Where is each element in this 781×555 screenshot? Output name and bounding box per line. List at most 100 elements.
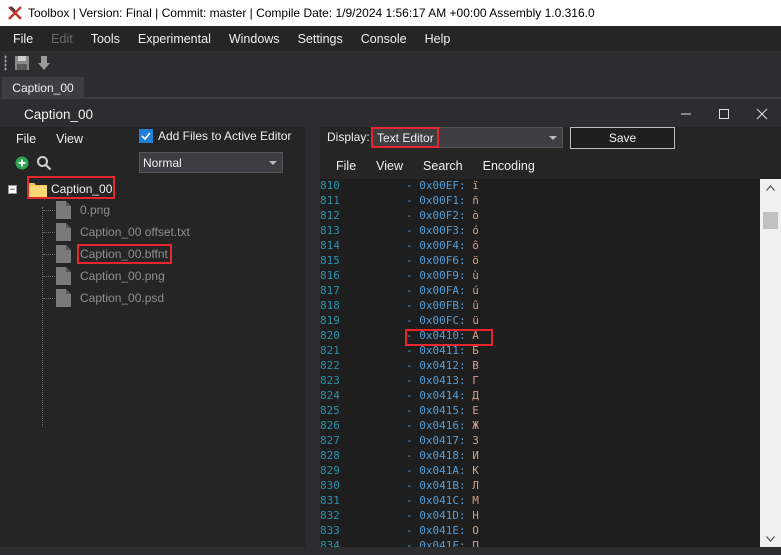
file-icon [56, 223, 71, 241]
save-icon [15, 56, 29, 70]
hex-code: 0x041C: [419, 494, 466, 507]
tab-caption-00[interactable]: Caption_00 [2, 77, 84, 99]
line-dash: - [406, 224, 420, 237]
chevron-down-icon [269, 161, 277, 165]
save-button[interactable]: Save [570, 127, 675, 149]
line-code: - 0x041E: О [406, 524, 479, 537]
window-title: Toolbox | Version: Final | Commit: maste… [28, 6, 595, 20]
editor-menu-view[interactable]: View [366, 159, 413, 173]
save-toolbar-button[interactable] [13, 54, 31, 72]
glyph-char: ò [472, 209, 479, 222]
close-button[interactable] [743, 101, 781, 127]
line-code: - 0x00FA: ú [406, 284, 479, 297]
hex-code: 0x00F3: [419, 224, 466, 237]
main-menubar: File Edit Tools Experimental Windows Set… [0, 26, 781, 51]
line-dash: - [406, 479, 420, 492]
line-number: 830 [320, 479, 340, 492]
menu-help[interactable]: Help [416, 32, 460, 46]
line-dash: - [406, 434, 420, 447]
collapse-toggle[interactable]: − [8, 184, 17, 194]
minimize-button[interactable] [667, 101, 705, 127]
root-highlight-box [27, 176, 115, 199]
line-number: 814 [320, 239, 340, 252]
tree-item-file[interactable]: Caption_00.bffnt [56, 243, 172, 265]
line-code: - 0x00F1: ñ [406, 194, 479, 207]
menu-experimental[interactable]: Experimental [129, 32, 220, 46]
explorer-menu-file[interactable]: File [6, 131, 46, 147]
line-number: 829 [320, 464, 340, 477]
scroll-down-button[interactable] [760, 530, 781, 547]
menu-tools[interactable]: Tools [82, 32, 129, 46]
glyph-char: О [472, 524, 479, 537]
display-label: Display: [327, 130, 370, 144]
line-number: 833 [320, 524, 340, 537]
pane-splitter[interactable] [305, 127, 320, 547]
add-files-checkbox-row[interactable]: Add Files to Active Editor [139, 129, 291, 143]
hex-code: 0x0418: [419, 449, 466, 462]
line-dash: - [406, 359, 420, 372]
line-number: 818 [320, 299, 340, 312]
search-button[interactable] [36, 155, 52, 171]
glyph-char: П [472, 539, 479, 547]
maximize-button[interactable] [705, 101, 743, 127]
scroll-up-button[interactable] [760, 179, 781, 196]
hex-code: 0x041F: [419, 539, 466, 547]
line-code: - 0x00F6: ö [406, 254, 479, 267]
view-mode-value: Normal [143, 155, 182, 170]
glyph-char: М [472, 494, 479, 507]
tree-item-file[interactable]: 0.png [56, 199, 110, 221]
line-code: - 0x0415: Е [406, 404, 479, 417]
line-code: - 0x041C: М [406, 494, 479, 507]
panel-window-controls [667, 101, 781, 127]
line-number: 812 [320, 209, 340, 222]
tree-item-file[interactable]: Caption_00 offset.txt [56, 221, 190, 243]
menu-settings[interactable]: Settings [289, 32, 352, 46]
glyph-char: З [472, 434, 479, 447]
line-code: - 0x041F: П [406, 539, 479, 547]
line-code: - 0x0416: Ж [406, 419, 479, 432]
glyph-char: Г [472, 374, 479, 387]
download-icon [38, 56, 50, 70]
toolbox-app-icon [8, 6, 22, 20]
line-number: 811 [320, 194, 340, 207]
add-files-checkbox[interactable] [139, 129, 153, 143]
menu-edit[interactable]: Edit [42, 32, 82, 46]
hex-code: 0x00FA: [419, 284, 466, 297]
display-highlight-box [371, 127, 439, 148]
tree-item-file[interactable]: Caption_00.png [56, 265, 165, 287]
menu-console[interactable]: Console [352, 32, 416, 46]
add-file-button[interactable] [14, 155, 30, 171]
view-mode-combo[interactable]: Normal [139, 152, 283, 173]
explorer-menu-view[interactable]: View [46, 131, 93, 147]
menu-windows[interactable]: Windows [220, 32, 289, 46]
scroll-thumb[interactable] [763, 212, 778, 229]
line-code: - 0x041B: Л [406, 479, 479, 492]
tree-item-file[interactable]: Caption_00.psd [56, 287, 164, 309]
line-dash: - [406, 374, 420, 387]
line-code: - 0x0418: И [406, 449, 479, 462]
hex-code: 0x041E: [419, 524, 466, 537]
line-dash: - [406, 314, 420, 327]
file-icon [56, 267, 71, 285]
toolbar-grip[interactable] [4, 55, 7, 71]
line-code: - 0x0413: Г [406, 374, 479, 387]
editor-menu-search[interactable]: Search [413, 159, 473, 173]
glyph-char: ï [472, 179, 479, 192]
line-number: 810 [320, 179, 340, 192]
editor-scrollbar[interactable] [760, 179, 781, 547]
editor-menu-encoding[interactable]: Encoding [473, 159, 545, 173]
download-toolbar-button[interactable] [35, 54, 53, 72]
tree-item-label: 0.png [80, 203, 111, 217]
text-editor[interactable]: 810 - 0x00EF: ï 811 - 0x00F1: ñ 812 - 0x00F2:… [320, 179, 760, 547]
editor-menu-file[interactable]: File [326, 159, 366, 173]
line-code: - 0x00FC: ü [406, 314, 479, 327]
menu-file[interactable]: File [4, 32, 42, 46]
explorer-menu: File View [6, 131, 93, 147]
line-dash: - [406, 389, 420, 402]
tree-item-label: Caption_00.psd [80, 291, 165, 305]
line-dash: - [406, 299, 420, 312]
hex-code: 0x041A: [419, 464, 466, 477]
chevron-down-icon [766, 535, 775, 542]
line-dash: - [406, 254, 420, 267]
file-icon [56, 201, 71, 219]
